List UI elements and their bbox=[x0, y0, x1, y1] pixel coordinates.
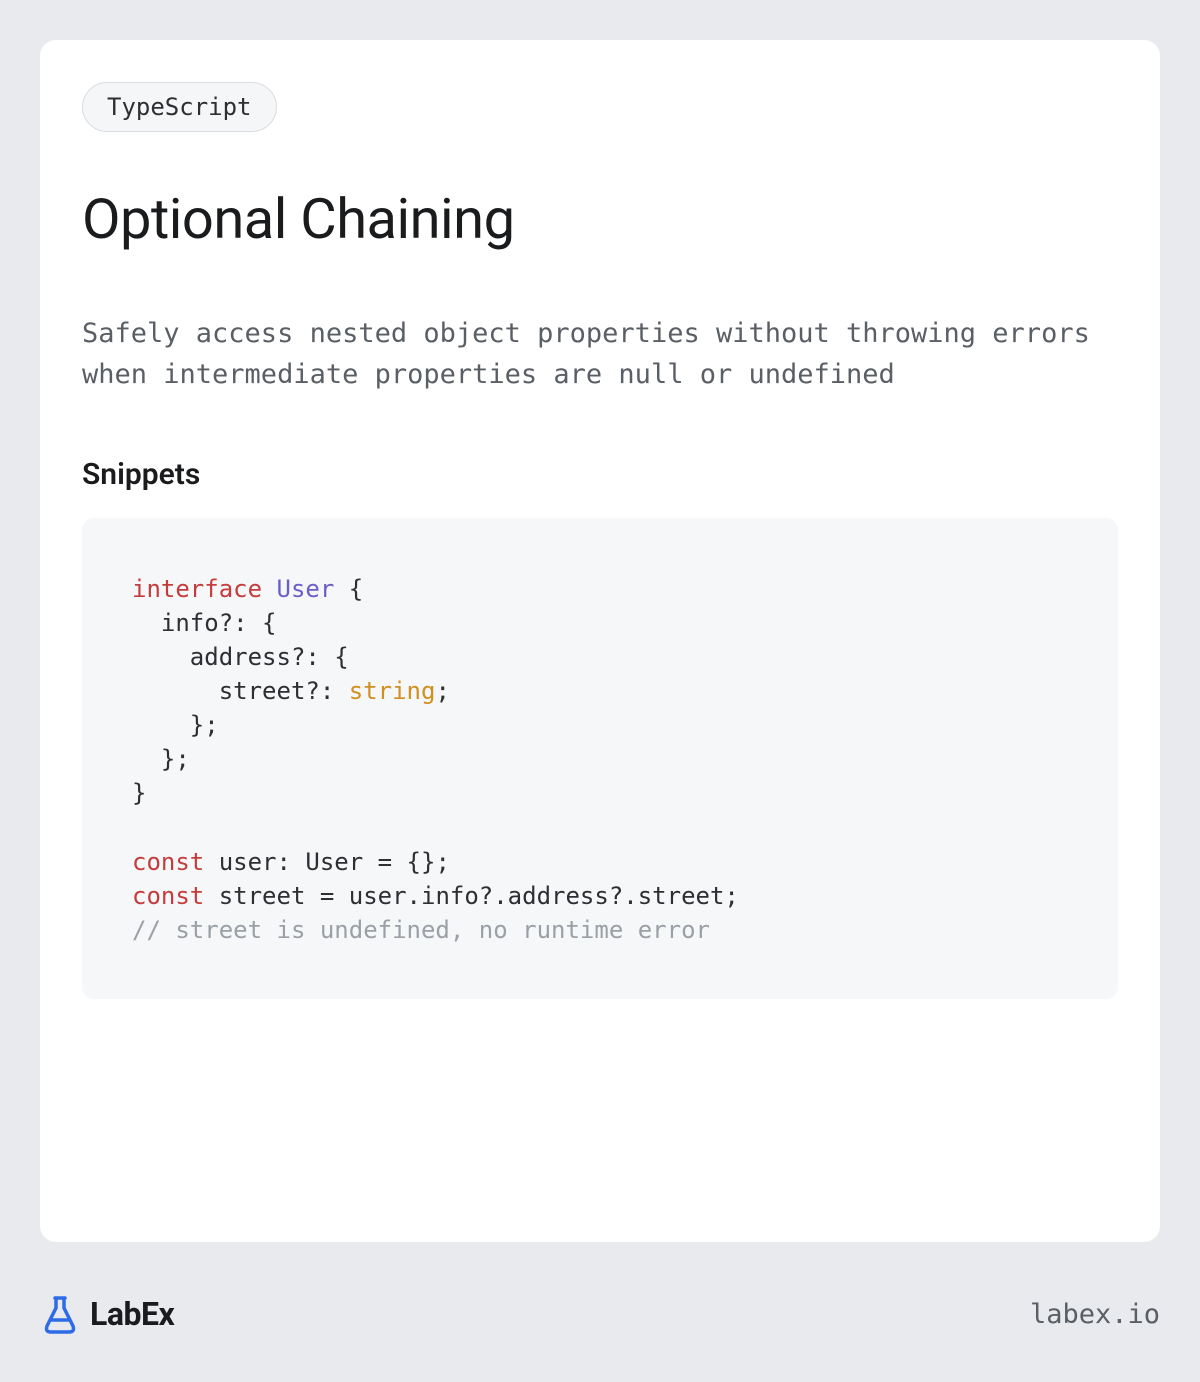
language-tag: TypeScript bbox=[82, 82, 277, 132]
page-title: Optional Chaining bbox=[82, 186, 1118, 252]
content-card: TypeScript Optional Chaining Safely acce… bbox=[40, 40, 1160, 1242]
code-snippet: interface User { info?: { address?: { st… bbox=[82, 518, 1118, 999]
description-text: Safely access nested object properties w… bbox=[82, 314, 1118, 395]
footer: LabEx labex.io bbox=[40, 1294, 1160, 1334]
brand-logo: LabEx bbox=[40, 1294, 174, 1334]
snippets-heading: Snippets bbox=[82, 457, 1118, 492]
site-url: labex.io bbox=[1030, 1299, 1160, 1330]
brand-name: LabEx bbox=[90, 1295, 174, 1333]
flask-icon bbox=[40, 1294, 80, 1334]
